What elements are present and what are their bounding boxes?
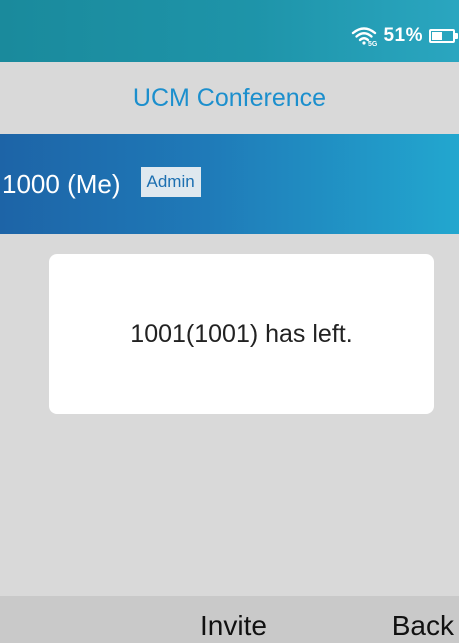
battery-percent: 51% <box>383 25 423 46</box>
battery-icon <box>429 29 458 43</box>
invite-softkey[interactable]: Invite <box>200 610 267 642</box>
status-bar: 5G 51% <box>0 0 459 62</box>
participant-row-self[interactable]: 1000 (Me) Admin <box>0 134 459 234</box>
softkey-bar: Invite Back <box>0 596 459 643</box>
page-title: UCM Conference <box>132 84 327 112</box>
phone-screen: 5G 51% UCM Conference 1000 (Me) Admin 10… <box>0 0 459 643</box>
wifi-5g-icon: 5G <box>351 25 377 47</box>
back-softkey[interactable]: Back <box>392 610 454 642</box>
notification-dialog: 1001(1001) has left. <box>49 254 434 414</box>
dialog-message: 1001(1001) has left. <box>130 319 353 348</box>
status-indicators: 5G 51% <box>351 24 458 48</box>
svg-text:5G: 5G <box>368 41 377 47</box>
participant-name: 1000 (Me) <box>2 168 121 199</box>
battery-level <box>432 32 442 40</box>
admin-badge: Admin <box>140 167 201 197</box>
